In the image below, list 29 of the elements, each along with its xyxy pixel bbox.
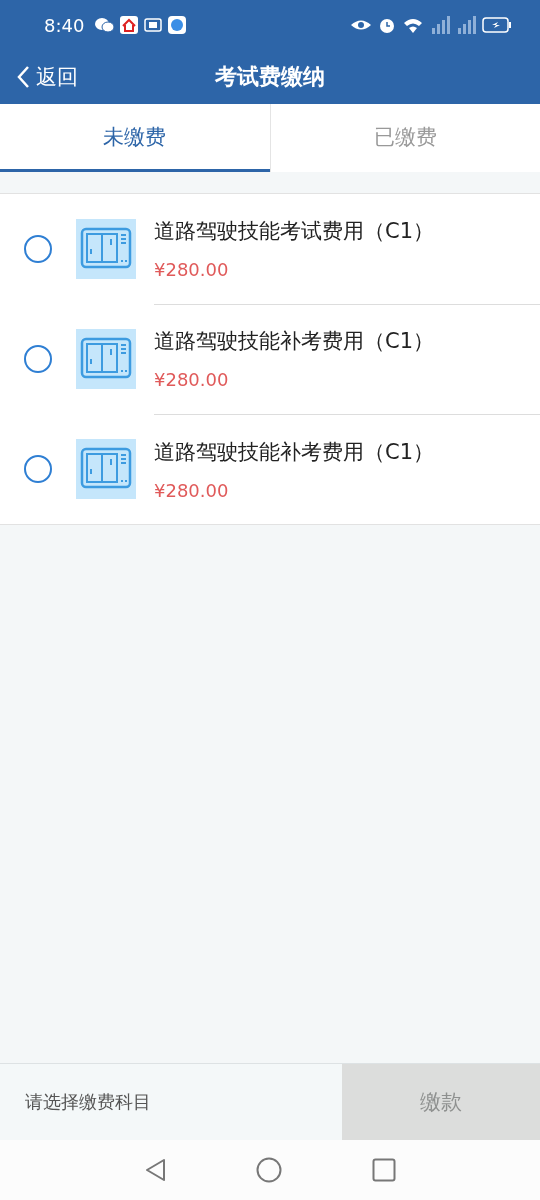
house-app-icon — [120, 16, 139, 34]
page-title: 考试费缴纳 — [215, 64, 325, 89]
radio-button[interactable] — [24, 345, 52, 373]
radio-button[interactable] — [24, 455, 52, 483]
video-app-icon — [144, 16, 163, 34]
recents-nav-icon[interactable] — [372, 1158, 396, 1182]
fee-price: ¥280.00 — [154, 479, 230, 501]
fee-name: 道路驾驶技能补考费用（C1） — [154, 438, 436, 466]
card-machine-icon — [76, 219, 136, 279]
battery-icon — [482, 16, 512, 34]
status-time: 8:40 — [44, 14, 85, 36]
home-nav-icon[interactable] — [256, 1157, 282, 1183]
fee-price: ¥280.00 — [154, 369, 230, 390]
alarm-icon — [378, 16, 396, 34]
radio-button[interactable] — [24, 235, 52, 263]
wifi-icon — [402, 16, 424, 34]
selection-hint: 请选择缴费科目 — [25, 1090, 151, 1114]
fee-name: 道路驾驶技能补考费用（C1） — [154, 328, 436, 355]
fee-price: ¥280.00 — [154, 259, 230, 280]
chat-icon — [94, 16, 115, 34]
fee-name: 道路驾驶技能考试费用（C1） — [154, 218, 436, 245]
card-machine-icon — [76, 329, 136, 389]
back-nav-icon[interactable] — [144, 1158, 166, 1182]
globe-app-icon — [168, 16, 187, 34]
card-machine-icon — [76, 439, 136, 499]
signal-icon — [430, 16, 450, 34]
signal-icon — [456, 16, 476, 34]
chevron-left-icon — [16, 65, 30, 89]
back-button[interactable]: 返回 — [16, 63, 78, 91]
